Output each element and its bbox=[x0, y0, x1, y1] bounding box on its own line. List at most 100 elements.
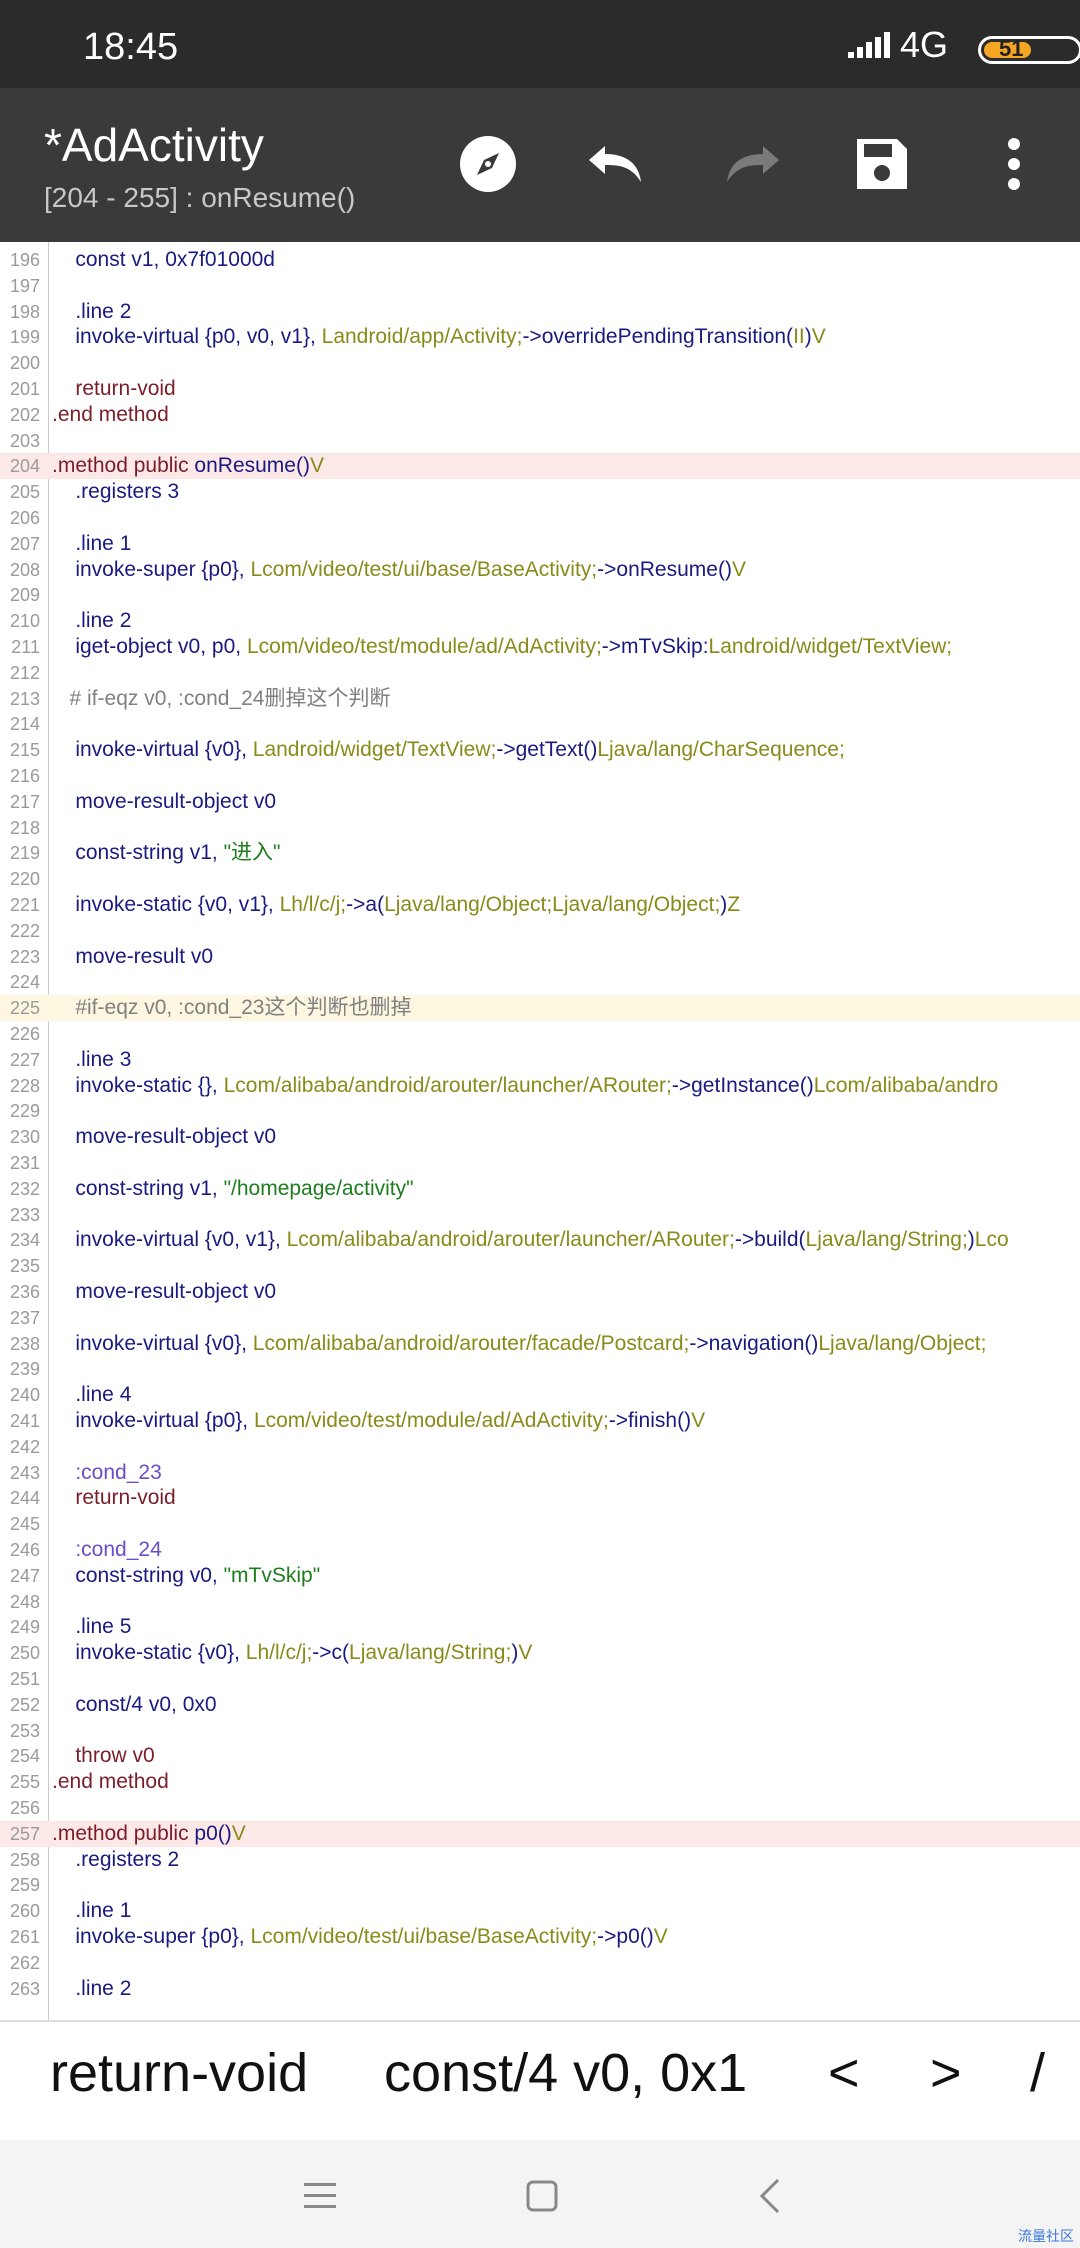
shortcut-less-than[interactable]: < bbox=[828, 2042, 860, 2104]
code-line[interactable]: 262 bbox=[0, 1950, 1080, 1976]
line-number: 252 bbox=[9, 1694, 40, 1715]
code-line[interactable]: 197 bbox=[0, 273, 1080, 299]
home-nav-button[interactable] bbox=[514, 2168, 570, 2224]
code-line[interactable]: 239 bbox=[0, 1356, 1080, 1382]
code-line[interactable]: 203 bbox=[0, 428, 1080, 454]
code-line[interactable]: 220 bbox=[0, 866, 1080, 892]
code-line[interactable]: 218 bbox=[0, 815, 1080, 841]
overflow-menu-button[interactable] bbox=[982, 132, 1046, 196]
code-line[interactable]: 196 const v1, 0x7f01000d bbox=[0, 247, 1080, 273]
line-number: 256 bbox=[9, 1798, 40, 1818]
code-line[interactable]: 225 #if-eqz v0, :cond_23这个判断也删掉 bbox=[0, 995, 1080, 1022]
code-line[interactable]: 234 invoke-virtual {v0, v1}, Lcom/alibab… bbox=[0, 1227, 1080, 1253]
code-line[interactable]: 255 .end method bbox=[0, 1769, 1080, 1795]
line-number: 258 bbox=[9, 1849, 40, 1870]
code-line[interactable]: 263 .line 2 bbox=[0, 1976, 1080, 2002]
code-line[interactable]: 208 invoke-super {p0}, Lcom/video/test/u… bbox=[0, 557, 1080, 583]
code-line[interactable]: 206 bbox=[0, 505, 1080, 531]
line-number: 239 bbox=[9, 1359, 40, 1380]
code-line[interactable]: 207 .line 1 bbox=[0, 531, 1080, 557]
code-text: .registers 2 bbox=[52, 1847, 180, 1871]
code-line[interactable]: 261 invoke-super {p0}, Lcom/video/test/u… bbox=[0, 1924, 1080, 1950]
code-line[interactable]: 248 bbox=[0, 1589, 1080, 1615]
code-line[interactable]: 209 bbox=[0, 582, 1080, 608]
code-line[interactable]: 242 bbox=[0, 1434, 1080, 1460]
code-line[interactable]: 260 .line 1 bbox=[0, 1898, 1080, 1924]
code-line[interactable]: 238 invoke-virtual {v0}, Lcom/alibaba/an… bbox=[0, 1331, 1080, 1357]
shortcut-const-4[interactable]: const/4 v0, 0x1 bbox=[384, 2042, 747, 2104]
code-line[interactable]: 251 bbox=[0, 1666, 1080, 1692]
code-line[interactable]: 253 bbox=[0, 1718, 1080, 1744]
code-line[interactable]: 202 .end method bbox=[0, 402, 1080, 428]
code-text: invoke-super {p0}, Lcom/video/test/ui/ba… bbox=[52, 557, 746, 581]
code-line[interactable]: 243 :cond_23 bbox=[0, 1460, 1080, 1486]
code-line[interactable]: 205 .registers 3 bbox=[0, 479, 1080, 505]
code-line[interactable]: 200 bbox=[0, 350, 1080, 376]
shortcut-slash[interactable]: / bbox=[1030, 2042, 1045, 2104]
line-number: 225 bbox=[9, 998, 40, 1019]
code-text: .line 4 bbox=[52, 1383, 132, 1407]
status-bar: 18:45 4G 51 bbox=[0, 0, 1080, 88]
back-nav-button[interactable] bbox=[742, 2168, 798, 2224]
code-line[interactable]: 259 bbox=[0, 1872, 1080, 1898]
code-line[interactable]: 244 return-void bbox=[0, 1485, 1080, 1511]
save-button[interactable] bbox=[850, 132, 914, 196]
code-line[interactable]: 204 .method public onResume()V bbox=[0, 453, 1080, 480]
code-line[interactable]: 257 .method public p0()V bbox=[0, 1820, 1080, 1847]
code-line[interactable]: 258 .registers 2 bbox=[0, 1847, 1080, 1873]
code-line[interactable]: 230 move-result-object v0 bbox=[0, 1124, 1080, 1150]
code-line[interactable]: 223 move-result v0 bbox=[0, 944, 1080, 970]
line-number: 206 bbox=[9, 508, 40, 528]
code-line[interactable]: 221 invoke-static {v0, v1}, Lh/l/c/j;->a… bbox=[0, 892, 1080, 918]
code-line[interactable]: 222 bbox=[0, 918, 1080, 944]
line-number: 251 bbox=[9, 1669, 40, 1689]
navigate-button[interactable] bbox=[456, 132, 520, 196]
code-line[interactable]: 199 invoke-virtual {p0, v0, v1}, Landroi… bbox=[0, 324, 1080, 350]
code-line[interactable]: 235 bbox=[0, 1253, 1080, 1279]
code-line[interactable]: 250 invoke-static {v0}, Lh/l/c/j;->c(Lja… bbox=[0, 1640, 1080, 1666]
code-line[interactable]: 232 const-string v1, "/homepage/activity… bbox=[0, 1176, 1080, 1202]
code-line[interactable]: 233 bbox=[0, 1202, 1080, 1228]
code-line[interactable]: 227 .line 3 bbox=[0, 1047, 1080, 1073]
code-line[interactable]: 246 :cond_24 bbox=[0, 1537, 1080, 1563]
code-line[interactable]: 215 invoke-virtual {v0}, Landroid/widget… bbox=[0, 737, 1080, 763]
shortcut-return-void[interactable]: return-void bbox=[50, 2042, 308, 2104]
line-number: 198 bbox=[9, 301, 40, 322]
code-line[interactable]: 217 move-result-object v0 bbox=[0, 789, 1080, 815]
undo-button[interactable] bbox=[586, 132, 650, 196]
redo-button[interactable] bbox=[718, 132, 782, 196]
code-line[interactable]: 247 const-string v0, "mTvSkip" bbox=[0, 1563, 1080, 1589]
line-number: 223 bbox=[9, 946, 40, 967]
line-number: 202 bbox=[9, 404, 40, 425]
code-editor[interactable]: 196 const v1, 0x7f01000d 197 198 .line 2 19… bbox=[0, 242, 1080, 2020]
code-line[interactable]: 254 throw v0 bbox=[0, 1743, 1080, 1769]
code-line[interactable]: 237 bbox=[0, 1305, 1080, 1331]
code-line[interactable]: 249 .line 5 bbox=[0, 1614, 1080, 1640]
code-line[interactable]: 231 bbox=[0, 1150, 1080, 1176]
code-line[interactable]: 240 .line 4 bbox=[0, 1382, 1080, 1408]
code-line[interactable]: 226 bbox=[0, 1021, 1080, 1047]
code-line[interactable]: 236 move-result-object v0 bbox=[0, 1279, 1080, 1305]
code-line[interactable]: 229 bbox=[0, 1098, 1080, 1124]
code-line[interactable]: 224 bbox=[0, 969, 1080, 995]
code-line[interactable]: 241 invoke-virtual {p0}, Lcom/video/test… bbox=[0, 1408, 1080, 1434]
code-line[interactable]: 245 bbox=[0, 1511, 1080, 1537]
code-line[interactable]: 201 return-void bbox=[0, 376, 1080, 402]
code-line[interactable]: 213 # if-eqz v0, :cond_24删掉这个判断 bbox=[0, 686, 1080, 712]
code-line[interactable]: 256 bbox=[0, 1795, 1080, 1821]
battery-percent: 51 bbox=[999, 36, 1024, 61]
code-line[interactable]: 216 bbox=[0, 763, 1080, 789]
code-line[interactable]: 212 bbox=[0, 660, 1080, 686]
shortcut-greater-than[interactable]: > bbox=[930, 2042, 962, 2104]
menu-nav-button[interactable] bbox=[292, 2168, 348, 2224]
code-line[interactable]: 198 .line 2 bbox=[0, 299, 1080, 325]
code-line[interactable]: 228 invoke-static {}, Lcom/alibaba/andro… bbox=[0, 1073, 1080, 1099]
code-line[interactable]: 211 iget-object v0, p0, Lcom/video/test/… bbox=[0, 634, 1080, 660]
code-line[interactable]: 214 bbox=[0, 711, 1080, 737]
code-text: invoke-static {v0}, Lh/l/c/j;->c(Ljava/l… bbox=[52, 1641, 533, 1665]
line-number: 205 bbox=[9, 482, 40, 503]
line-number: 224 bbox=[9, 972, 40, 993]
code-line[interactable]: 252 const/4 v0, 0x0 bbox=[0, 1692, 1080, 1718]
code-line[interactable]: 219 const-string v1, "进入" bbox=[0, 840, 1080, 866]
code-line[interactable]: 210 .line 2 bbox=[0, 608, 1080, 634]
